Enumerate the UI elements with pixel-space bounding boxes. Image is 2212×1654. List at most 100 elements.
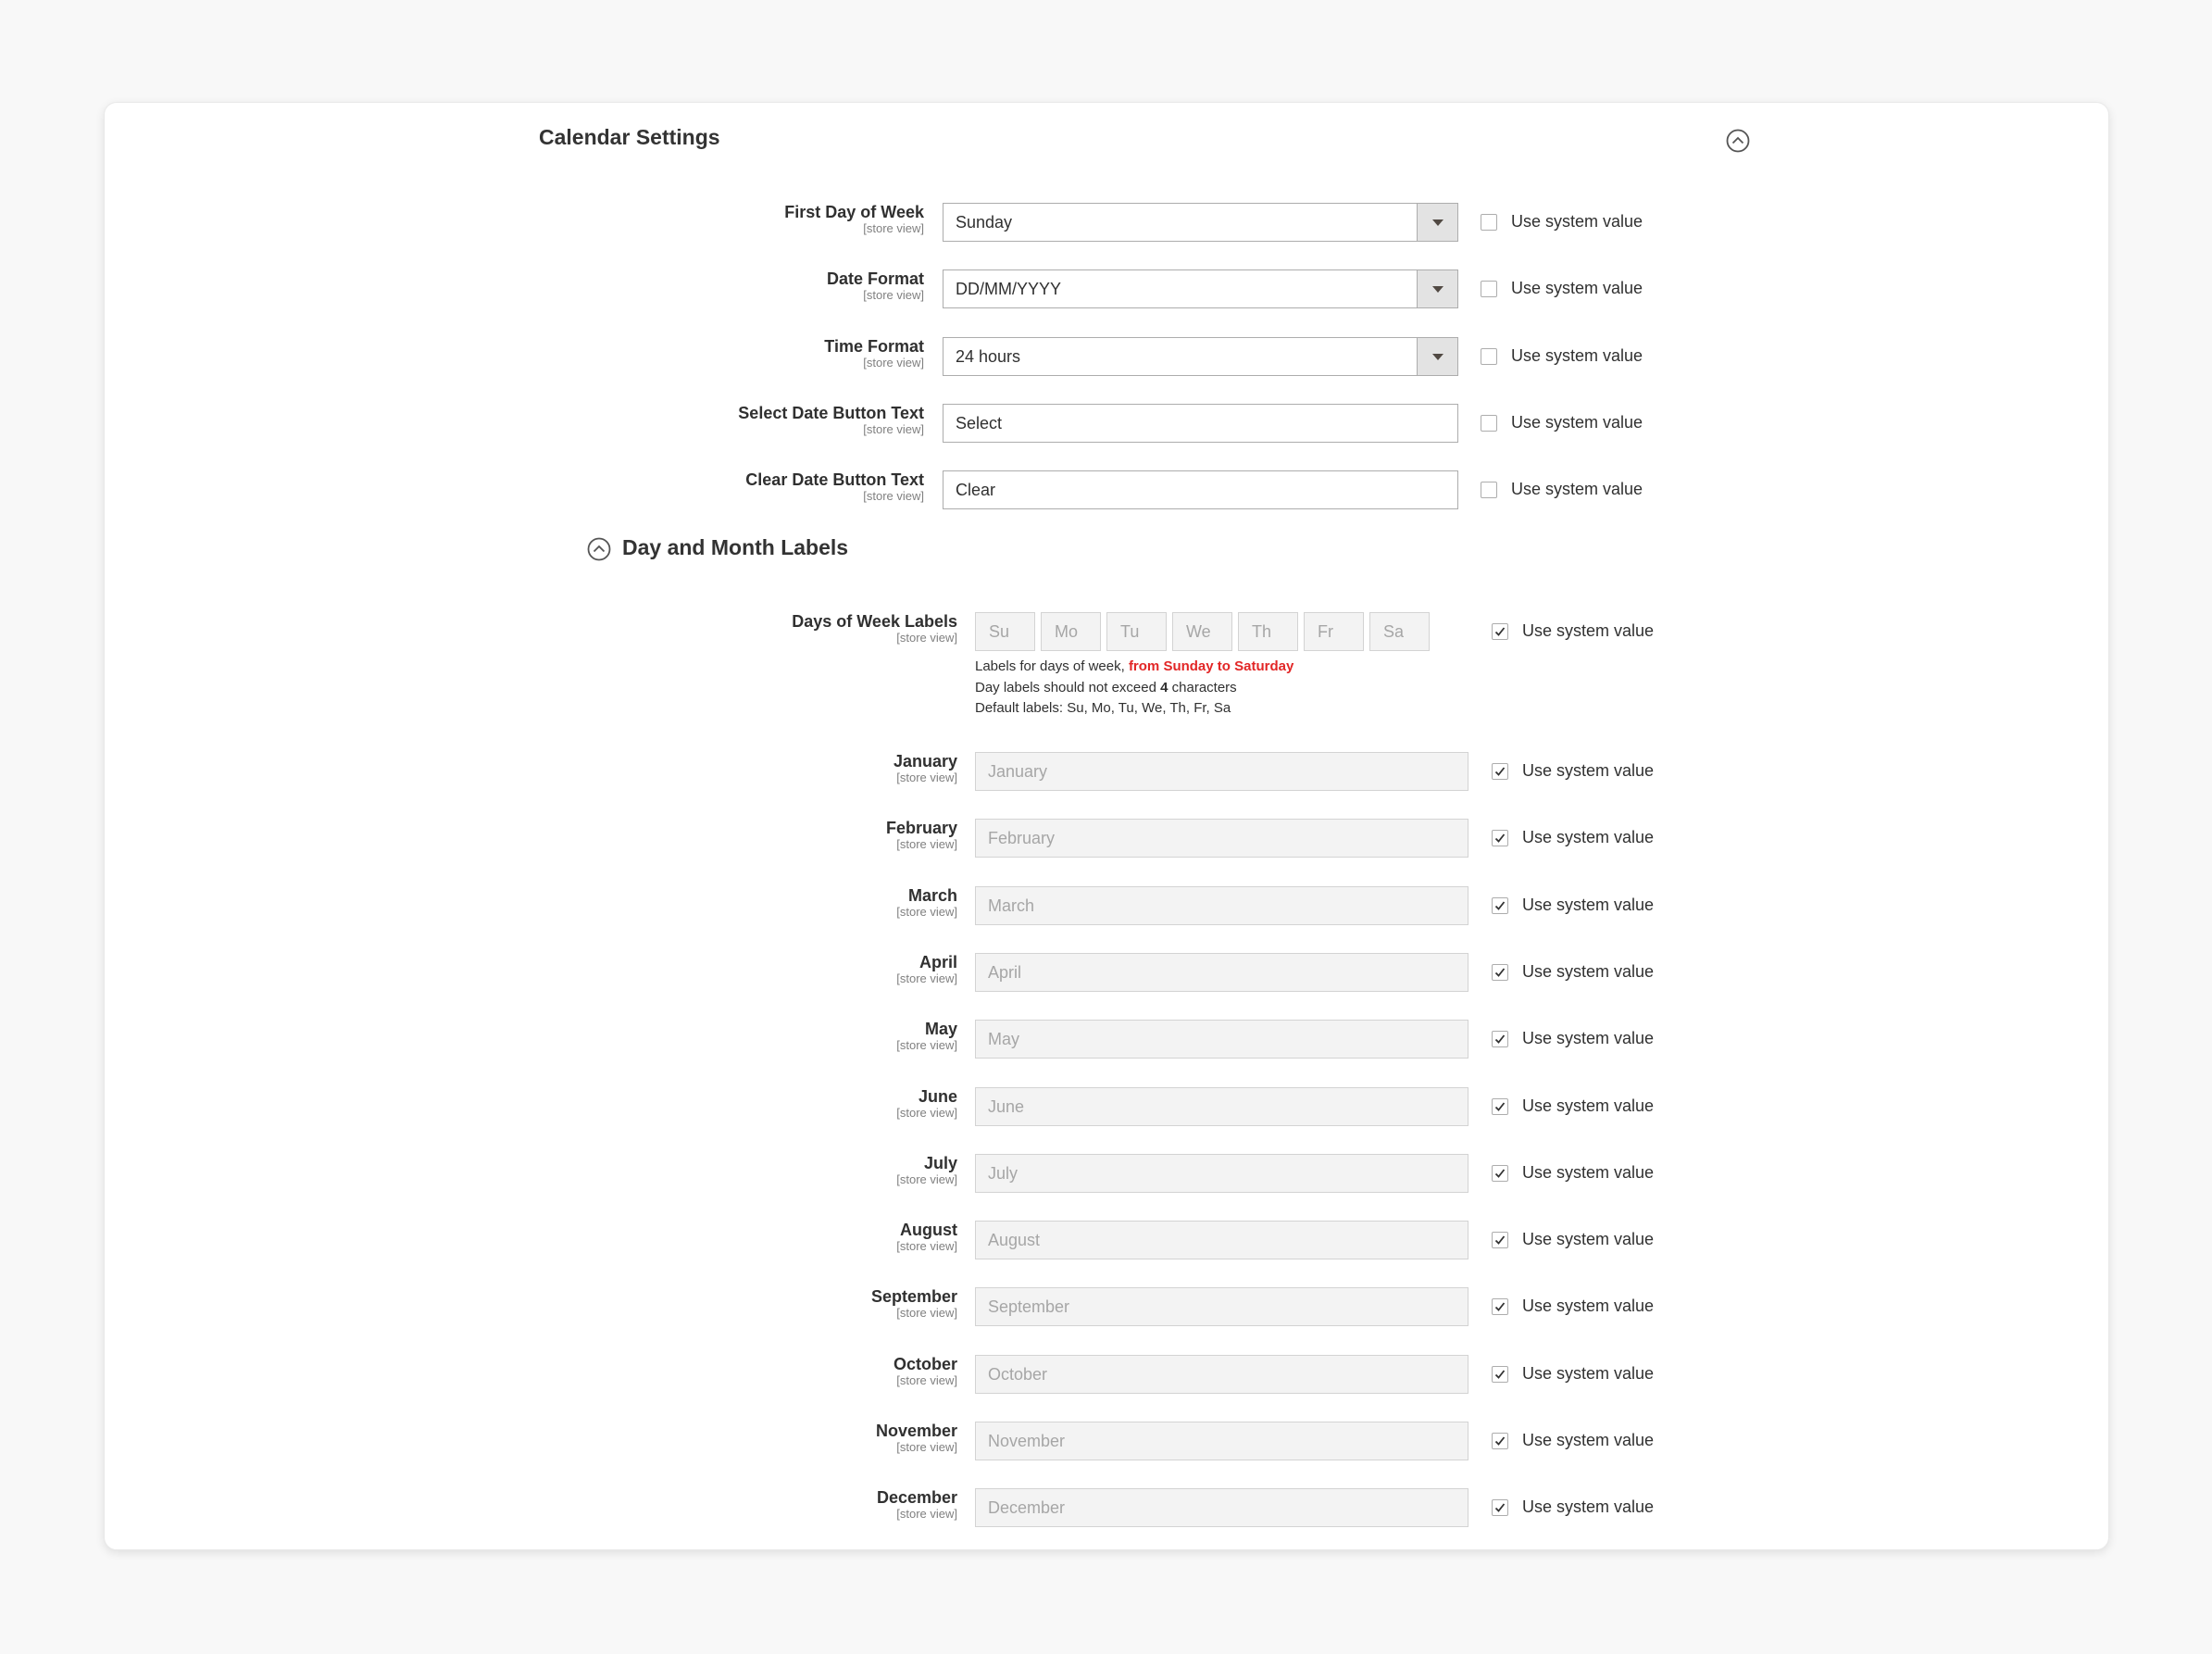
- day-label-input[interactable]: [1106, 612, 1167, 651]
- field-label-text: March: [907, 886, 957, 905]
- use-system-label: Use system value: [1511, 212, 1643, 231]
- checkmark-icon: [1494, 901, 1506, 910]
- checkmark-icon: [1494, 1102, 1506, 1111]
- scope-label: [store view]: [896, 631, 957, 645]
- checkmark-icon: [1494, 968, 1506, 977]
- use-system-label: Use system value: [1522, 621, 1655, 640]
- use-system-label: Use system value: [1511, 279, 1643, 297]
- use-system-checkbox[interactable]: [1481, 214, 1497, 231]
- checkmark-icon: [1494, 1034, 1506, 1044]
- field-text-input[interactable]: [943, 404, 1458, 443]
- use-system-label: Use system value: [1511, 480, 1643, 498]
- chevron-up-circle-icon[interactable]: [586, 536, 612, 562]
- scope-label: [store view]: [863, 221, 924, 235]
- checkmark-icon: [1494, 627, 1506, 636]
- month-label-input[interactable]: [975, 1422, 1468, 1460]
- month-label-input[interactable]: [975, 1287, 1468, 1326]
- checkmark-icon: [1494, 833, 1506, 843]
- use-system-checkbox[interactable]: [1481, 482, 1497, 498]
- use-system-checkbox[interactable]: [1481, 281, 1497, 297]
- field-label-text: September: [870, 1287, 957, 1306]
- scope-label: [store view]: [896, 1038, 957, 1052]
- month-label-input[interactable]: [975, 819, 1468, 858]
- scope-label: [store view]: [863, 356, 924, 370]
- day-label-input[interactable]: [1238, 612, 1298, 651]
- use-system-checkbox[interactable]: [1481, 415, 1497, 432]
- use-system-checkbox[interactable]: [1492, 830, 1508, 846]
- use-system-checkbox[interactable]: [1492, 964, 1508, 981]
- chevron-down-icon[interactable]: [1417, 270, 1457, 307]
- section-title: Calendar Settings: [539, 125, 720, 149]
- field-label-text: April: [919, 953, 957, 971]
- use-system-checkbox[interactable]: [1492, 897, 1508, 914]
- days-of-week-label-text: Days of Week Labels: [792, 612, 957, 631]
- scope-label: [store view]: [896, 1239, 957, 1253]
- month-label-input[interactable]: [975, 1355, 1468, 1394]
- field-select[interactable]: DD/MM/YYYY: [943, 269, 1458, 308]
- field-label-text: February: [885, 819, 957, 837]
- checkmark-icon: [1494, 1436, 1506, 1446]
- use-system-checkbox[interactable]: [1492, 1499, 1508, 1516]
- month-label-input[interactable]: [975, 1154, 1468, 1193]
- field-label-text: Select Date Button Text: [738, 404, 924, 422]
- use-system-checkbox[interactable]: [1492, 623, 1508, 640]
- use-system-checkbox[interactable]: [1492, 1298, 1508, 1315]
- day-label-input[interactable]: [975, 612, 1035, 651]
- day-label-input[interactable]: [1369, 612, 1430, 651]
- checkmark-icon: [1494, 1169, 1506, 1178]
- month-label-input[interactable]: [975, 1488, 1468, 1527]
- scope-label: [store view]: [896, 905, 957, 919]
- use-system-checkbox[interactable]: [1492, 1366, 1508, 1383]
- use-system-label: Use system value: [1522, 828, 1655, 846]
- scope-label: [store view]: [896, 1507, 957, 1521]
- chevron-up-circle-icon[interactable]: [1725, 128, 1751, 154]
- month-label-input[interactable]: [975, 953, 1468, 992]
- month-label-input[interactable]: [975, 1020, 1468, 1059]
- day-label-input[interactable]: [1041, 612, 1101, 651]
- field-label: Clear Date Button Text [store view]: [556, 470, 924, 507]
- use-system-checkbox[interactable]: [1492, 1098, 1508, 1115]
- use-system-label: Use system value: [1522, 761, 1655, 780]
- checkmark-icon: [1494, 767, 1506, 776]
- field-text-input[interactable]: [943, 470, 1458, 509]
- use-system-checkbox[interactable]: [1492, 763, 1508, 780]
- field-label: December [store view]: [556, 1488, 957, 1525]
- scope-label: [store view]: [863, 288, 924, 302]
- use-system-checkbox[interactable]: [1492, 1165, 1508, 1182]
- use-system-label: Use system value: [1522, 1364, 1655, 1383]
- field-label: Select Date Button Text [store view]: [556, 404, 924, 441]
- month-label-input[interactable]: [975, 752, 1468, 791]
- days-note-line3: Default labels: Su, Mo, Tu, We, Th, Fr, …: [975, 700, 1231, 716]
- use-system-label: Use system value: [1522, 1029, 1655, 1047]
- scope-label: [store view]: [896, 1306, 957, 1320]
- scope-label: [store view]: [863, 422, 924, 436]
- field-select[interactable]: Sunday: [943, 203, 1458, 242]
- use-system-checkbox[interactable]: [1492, 1433, 1508, 1449]
- use-system-checkbox[interactable]: [1481, 348, 1497, 365]
- field-label-text: June: [918, 1087, 957, 1106]
- month-label-input[interactable]: [975, 1221, 1468, 1259]
- use-system-label: Use system value: [1522, 896, 1655, 914]
- scope-label: [store view]: [896, 771, 957, 784]
- month-label-input[interactable]: [975, 1087, 1468, 1126]
- use-system-checkbox[interactable]: [1492, 1232, 1508, 1248]
- use-system-checkbox[interactable]: [1492, 1031, 1508, 1047]
- chevron-down-icon[interactable]: [1417, 338, 1457, 375]
- use-system-label: Use system value: [1522, 1163, 1655, 1182]
- chevron-down-icon[interactable]: [1417, 204, 1457, 241]
- day-label-input[interactable]: [1304, 612, 1364, 651]
- field-label-text: Date Format: [826, 269, 924, 288]
- select-value: DD/MM/YYYY: [956, 280, 1062, 298]
- scope-label: [store view]: [863, 489, 924, 503]
- field-label-text: July: [923, 1154, 957, 1172]
- scope-label: [store view]: [896, 971, 957, 985]
- scope-label: [store view]: [896, 837, 957, 851]
- field-label: Time Format [store view]: [556, 337, 924, 374]
- field-label-text: November: [875, 1422, 957, 1440]
- checkmark-icon: [1494, 1235, 1506, 1245]
- day-label-input[interactable]: [1172, 612, 1232, 651]
- subsection-title: Day and Month Labels: [622, 535, 849, 559]
- month-label-input[interactable]: [975, 886, 1468, 925]
- field-select[interactable]: 24 hours: [943, 337, 1458, 376]
- field-label-text: December: [876, 1488, 957, 1507]
